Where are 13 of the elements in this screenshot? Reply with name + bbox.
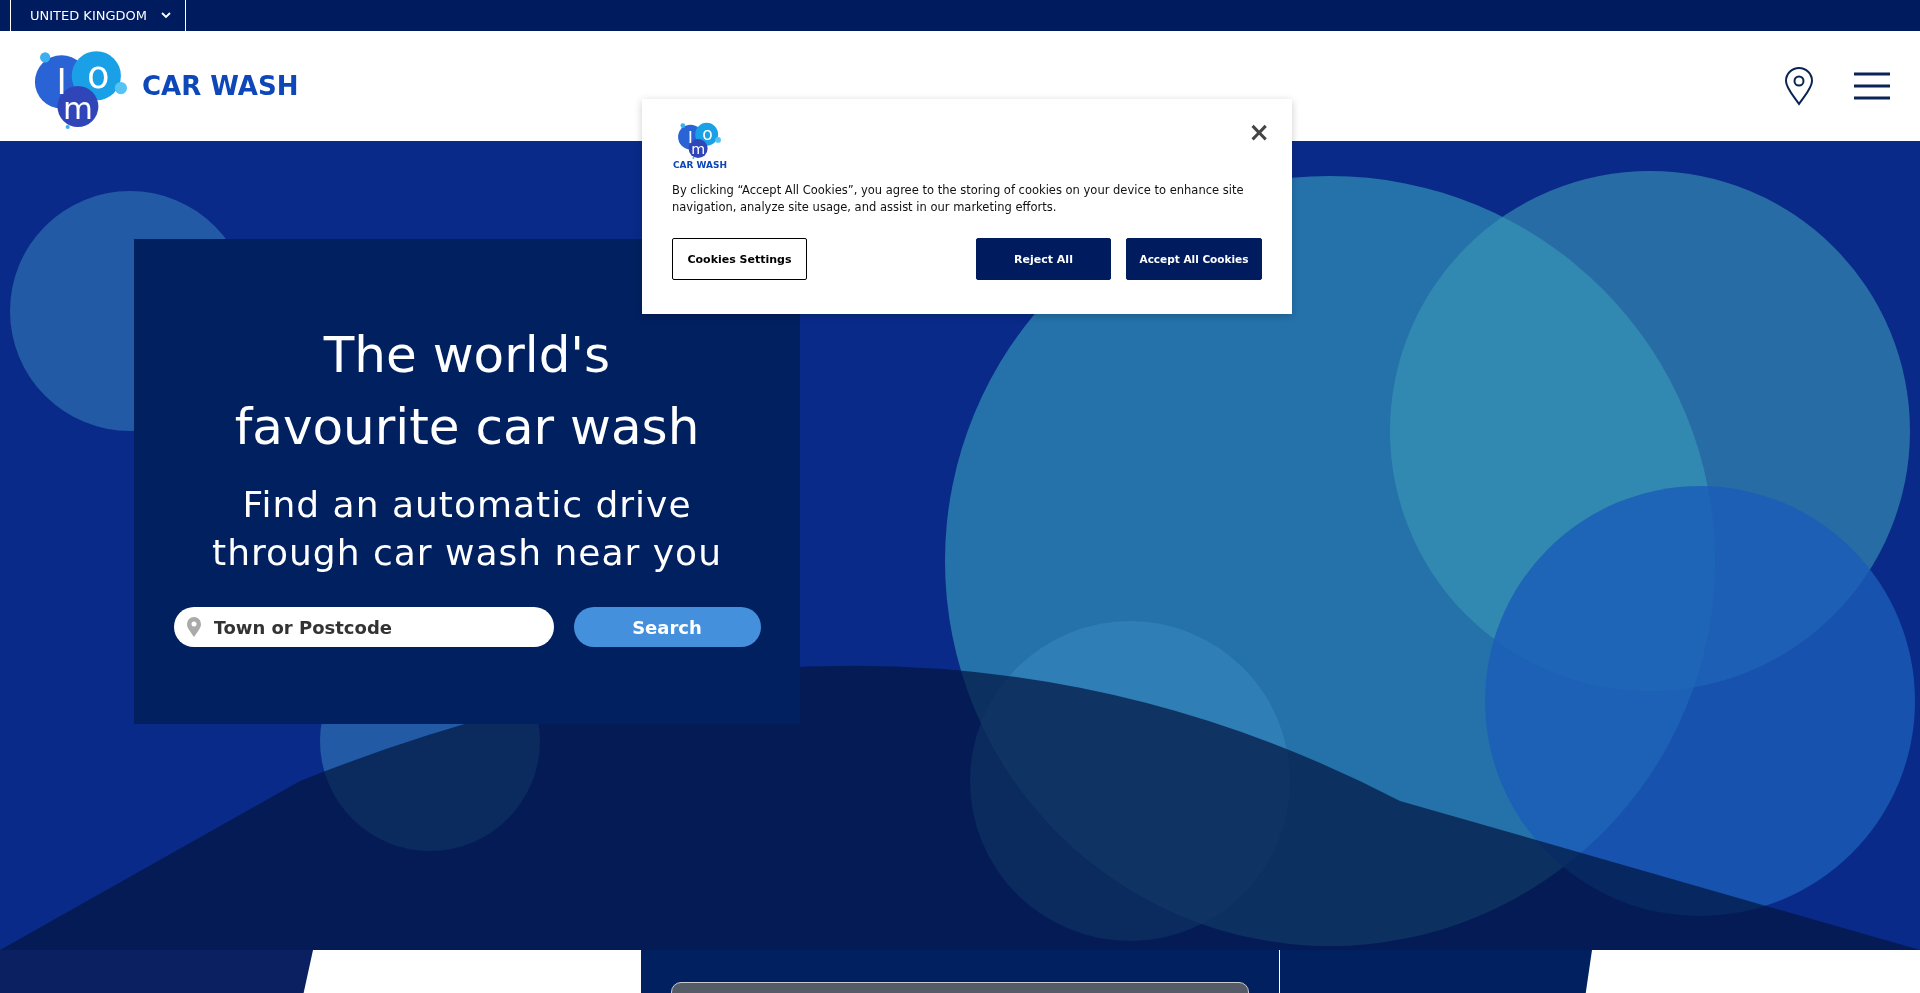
- close-button[interactable]: ×: [1244, 111, 1274, 153]
- chevron-down-icon: [161, 12, 171, 19]
- hero-title: The world's favourite car wash: [233, 325, 701, 458]
- logo-text: CAR WASH: [672, 160, 728, 170]
- hero-subtitle: Find an automatic drive through car wash near you: [211, 483, 723, 575]
- reject-button[interactable]: Reject All: [976, 238, 1111, 280]
- logo-text[interactable]: CAR WASH: [142, 71, 299, 101]
- location-pin-icon[interactable]: [1784, 66, 1814, 106]
- menu-icon[interactable]: [1854, 72, 1890, 100]
- cookie-message: By clicking “Accept All Cookies”, you agree to the storing of cookies on your device to enhance site navigation, analyze site usage, and assist in our marketing efforts.: [672, 182, 1245, 216]
- settings-button[interactable]: Cookies Settings: [672, 238, 807, 280]
- search-field[interactable]: Town or Postcode: [173, 607, 554, 647]
- accept-button[interactable]: Accept All Cookies: [1126, 238, 1262, 280]
